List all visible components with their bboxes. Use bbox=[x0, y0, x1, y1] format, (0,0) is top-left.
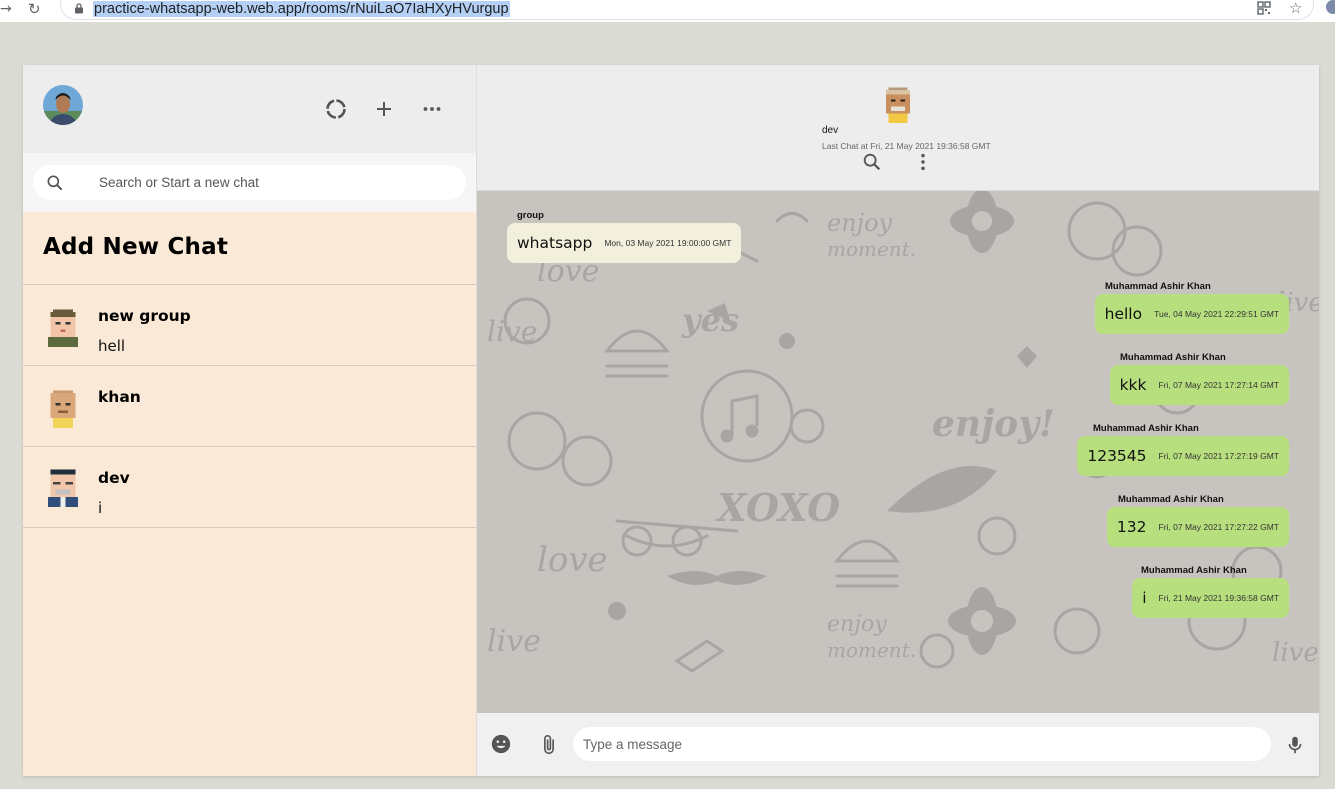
whatsapp-app: Add New Chat new group hell bbox=[23, 65, 1319, 776]
message-sender: Muhammad Ashir Khan bbox=[1118, 494, 1224, 505]
message-sender: Muhammad Ashir Khan bbox=[1105, 281, 1211, 292]
search-icon[interactable] bbox=[861, 151, 883, 173]
svg-text:live: live bbox=[487, 315, 537, 348]
message-input[interactable] bbox=[573, 727, 1271, 761]
url-text[interactable]: practice-whatsapp-web.web.app/rooms/rNui… bbox=[93, 1, 510, 17]
message-text: whatsapp bbox=[517, 234, 593, 252]
message-time: Fri, 07 May 2021 17:27:22 GMT bbox=[1158, 522, 1279, 532]
message-bubble-received[interactable]: whatsapp Mon, 03 May 2021 19:00:00 GMT bbox=[507, 223, 742, 263]
star-icon[interactable]: ☆ bbox=[1289, 0, 1302, 17]
chat-last-message: i bbox=[98, 499, 103, 517]
svg-text:yes: yes bbox=[681, 301, 739, 339]
svg-text:enjoy: enjoy bbox=[827, 612, 887, 637]
message-sender: group bbox=[517, 210, 544, 221]
svg-text:enjoy!: enjoy! bbox=[932, 403, 1055, 445]
svg-text:love: love bbox=[537, 540, 608, 580]
message-sender: Muhammad Ashir Khan bbox=[1141, 565, 1247, 576]
message-area: enjoy moment. yes enjoy! XOXO love live … bbox=[477, 191, 1319, 713]
svg-text:moment.: moment. bbox=[827, 638, 916, 662]
message-sender: Muhammad Ashir Khan bbox=[1093, 423, 1199, 434]
avatar bbox=[50, 390, 76, 428]
reload-icon[interactable]: ↻ bbox=[28, 0, 41, 18]
svg-text:live: live bbox=[487, 624, 541, 659]
lock-icon bbox=[75, 3, 83, 14]
room-name: dev bbox=[822, 125, 839, 136]
avatar bbox=[48, 469, 78, 507]
message-text: 123545 bbox=[1087, 447, 1147, 465]
search-section bbox=[23, 153, 476, 212]
svg-text:enjoy: enjoy bbox=[827, 209, 893, 237]
add-new-chat-label: Add New Chat bbox=[43, 234, 229, 260]
chat-panel: dev Last Chat at Fri, 21 May 2021 19:36:… bbox=[477, 65, 1319, 776]
message-time: Fri, 07 May 2021 17:27:14 GMT bbox=[1158, 380, 1279, 390]
browser-profile-avatar[interactable] bbox=[1326, 0, 1335, 14]
message-time: Tue, 04 May 2021 22:29:51 GMT bbox=[1154, 309, 1279, 319]
search-icon bbox=[47, 175, 63, 191]
chat-name: dev bbox=[98, 469, 130, 487]
status-icon[interactable] bbox=[324, 97, 348, 121]
message-text: i bbox=[1142, 589, 1147, 607]
message-bubble-sent[interactable]: hello Tue, 04 May 2021 22:29:51 GMT bbox=[1094, 294, 1289, 334]
search-input[interactable] bbox=[99, 165, 449, 200]
message-time: Mon, 03 May 2021 19:00:00 GMT bbox=[604, 238, 732, 248]
message-text: kkk bbox=[1119, 376, 1147, 394]
chat-list-item-dev[interactable]: dev i bbox=[23, 447, 476, 528]
last-seen-text: Last Chat at Fri, 21 May 2021 19:36:58 G… bbox=[822, 141, 991, 151]
browser-toolbar: → ↻ practice-whatsapp-web.web.app/rooms/… bbox=[0, 0, 1335, 22]
svg-text:live: live bbox=[1272, 638, 1319, 668]
mic-icon[interactable] bbox=[1284, 733, 1306, 757]
chat-header: dev Last Chat at Fri, 21 May 2021 19:36:… bbox=[477, 65, 1319, 191]
chat-last-message: hell bbox=[98, 337, 126, 355]
menu-icon[interactable] bbox=[911, 151, 935, 173]
svg-text:moment.: moment. bbox=[827, 237, 916, 261]
chat-list-item-khan[interactable]: khan bbox=[23, 366, 476, 447]
add-new-chat-button[interactable]: Add New Chat bbox=[23, 212, 476, 285]
chat-name: new group bbox=[98, 307, 191, 325]
svg-text:XOXO: XOXO bbox=[715, 485, 840, 530]
message-bubble-sent[interactable]: 132 Fri, 07 May 2021 17:27:22 GMT bbox=[1106, 507, 1289, 547]
sidebar: Add New Chat new group hell bbox=[23, 65, 477, 776]
room-avatar[interactable] bbox=[879, 85, 917, 123]
new-chat-icon[interactable] bbox=[372, 97, 396, 121]
message-time: Fri, 21 May 2021 19:36:58 GMT bbox=[1158, 593, 1279, 603]
message-time: Fri, 07 May 2021 17:27:19 GMT bbox=[1158, 451, 1279, 461]
more-icon[interactable] bbox=[420, 97, 444, 121]
message-bubble-sent[interactable]: 123545 Fri, 07 May 2021 17:27:19 GMT bbox=[1077, 436, 1289, 476]
emoji-icon[interactable] bbox=[490, 733, 512, 755]
chat-list-item-new-group[interactable]: new group hell bbox=[23, 285, 476, 366]
message-bubble-sent[interactable]: kkk Fri, 07 May 2021 17:27:14 GMT bbox=[1109, 365, 1289, 405]
chat-footer bbox=[477, 713, 1319, 776]
message-text: hello bbox=[1104, 305, 1143, 323]
search-container bbox=[33, 165, 466, 200]
qr-icon[interactable] bbox=[1257, 1, 1271, 15]
message-bubble-sent[interactable]: i Fri, 21 May 2021 19:36:58 GMT bbox=[1132, 578, 1289, 618]
message-sender: Muhammad Ashir Khan bbox=[1120, 352, 1226, 363]
message-text: 132 bbox=[1116, 518, 1147, 536]
chat-name: khan bbox=[98, 388, 141, 406]
back-arrow-icon[interactable]: → bbox=[0, 1, 12, 17]
sidebar-header bbox=[23, 65, 476, 153]
user-avatar[interactable] bbox=[43, 85, 83, 125]
avatar bbox=[48, 309, 78, 347]
attach-icon[interactable] bbox=[538, 733, 560, 757]
